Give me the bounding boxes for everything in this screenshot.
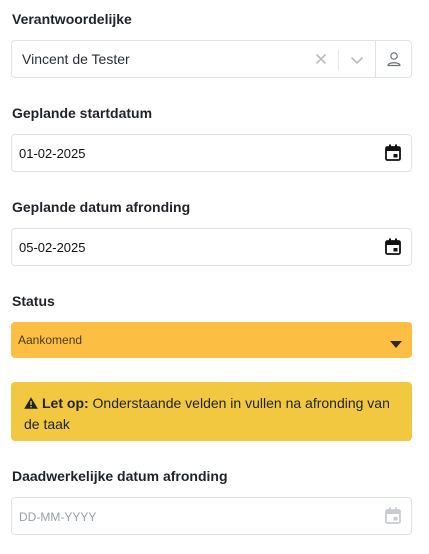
caret-down-icon	[390, 336, 402, 348]
planned-start-value: 01-02-2025	[19, 146, 86, 161]
actual-end-input[interactable]: DD-MM-YYYY	[11, 497, 412, 535]
user-icon[interactable]	[385, 50, 403, 68]
warning-title: Let op:	[42, 395, 89, 411]
planned-start-input[interactable]: 01-02-2025	[11, 134, 412, 172]
select-divider	[375, 41, 376, 77]
warning-icon	[24, 394, 38, 409]
planned-end-value: 05-02-2025	[19, 240, 86, 255]
status-value: Aankomend	[18, 333, 83, 347]
responsible-select[interactable]: Vincent de Tester	[11, 40, 412, 78]
actual-end-label: Daadwerkelijke datum afronding	[12, 468, 228, 484]
calendar-icon[interactable]	[385, 507, 401, 525]
select-separator	[338, 50, 339, 70]
status-label: Status	[12, 293, 55, 309]
responsible-label: Verantwoordelijke	[12, 11, 132, 27]
planned-end-input[interactable]: 05-02-2025	[11, 228, 412, 266]
calendar-icon[interactable]	[385, 238, 401, 256]
status-select[interactable]: Aankomend	[11, 322, 412, 358]
chevron-down-icon[interactable]	[347, 50, 367, 70]
warning-callout: Let op: Onderstaande velden in vullen na…	[11, 382, 412, 441]
planned-end-label: Geplande datum afronding	[12, 199, 191, 215]
clear-icon[interactable]	[312, 49, 330, 69]
responsible-value: Vincent de Tester	[22, 51, 130, 67]
planned-start-label: Geplande startdatum	[12, 105, 153, 121]
calendar-icon[interactable]	[385, 144, 401, 162]
actual-end-placeholder: DD-MM-YYYY	[19, 510, 97, 524]
